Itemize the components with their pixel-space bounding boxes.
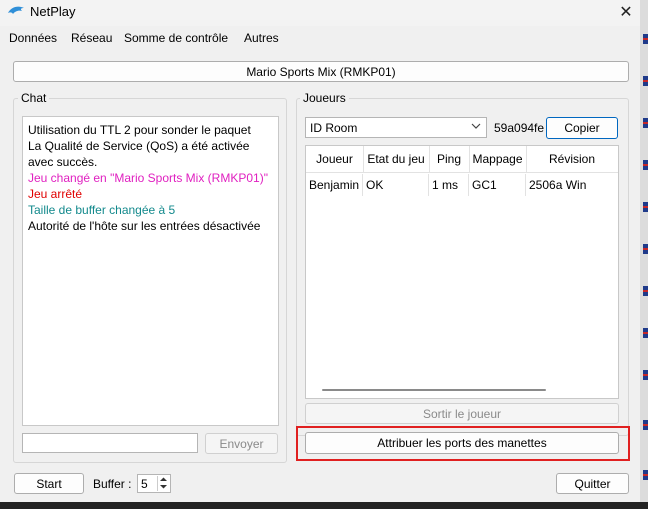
window-title: NetPlay [30, 4, 76, 19]
chat-message: Jeu arrêté [28, 187, 83, 201]
player-ping: 1 ms [429, 174, 469, 196]
column-header-mappage[interactable]: Mappage [469, 146, 527, 173]
buffer-spinbox[interactable]: 5 [137, 474, 171, 493]
dolphin-icon [7, 3, 27, 19]
chat-message: Utilisation du TTL 2 pour sonder le paqu… [28, 123, 251, 137]
chat-message: Taille de buffer changée à 5 [28, 203, 176, 217]
flag-icon [643, 420, 648, 430]
spin-arrows-icon[interactable] [157, 476, 169, 491]
flag-icon [643, 470, 648, 480]
player-mapping: GC1 [469, 174, 526, 196]
menu-item-reseau[interactable]: Réseau [71, 31, 112, 45]
flag-icon [643, 76, 648, 86]
flag-icon [643, 370, 648, 380]
close-button[interactable]: ✕ [612, 0, 640, 24]
column-header-etat[interactable]: Etat du jeu [363, 146, 430, 173]
copy-button[interactable]: Copier [546, 117, 618, 139]
horizontal-scrollbar[interactable] [307, 384, 619, 398]
game-select-button[interactable]: Mario Sports Mix (RMKP01) [13, 61, 629, 82]
buffer-label: Buffer : [93, 477, 132, 491]
flag-icon [643, 160, 648, 170]
flag-icon [643, 286, 648, 296]
flag-icon [643, 34, 648, 44]
players-table[interactable]: Joueur Etat du jeu Ping Mappage Révision… [305, 145, 619, 399]
buffer-value: 5 [141, 476, 148, 491]
column-header-revision[interactable]: Révision [526, 146, 618, 173]
room-type-value: ID Room [310, 120, 358, 135]
chat-message: La Qualité de Service (QoS) a été activé… [28, 139, 250, 169]
player-revision: 2506a Win [529, 178, 587, 192]
flag-icon [643, 328, 648, 338]
room-id: 59a094fe [494, 121, 545, 135]
menu-item-donnees[interactable]: Données [9, 31, 57, 45]
chat-group-title: Chat [18, 91, 50, 105]
desktop-background-bottom [0, 502, 648, 509]
flag-icon [643, 118, 648, 128]
chat-log[interactable]: Utilisation du TTL 2 pour sonder le paqu… [22, 116, 279, 426]
room-type-select[interactable]: ID Room [305, 117, 487, 138]
chat-message: Jeu changé en "Mario Sports Mix (RMKP01)… [28, 171, 268, 185]
column-header-joueur[interactable]: Joueur [306, 146, 364, 173]
scrollbar-thumb[interactable] [322, 389, 546, 391]
player-game-status: OK [363, 174, 429, 196]
menu-bar: Données Réseau Somme de contrôle Autres [0, 28, 640, 48]
start-button[interactable]: Start [14, 473, 84, 494]
flag-icon [643, 244, 648, 254]
send-button[interactable]: Envoyer [205, 433, 278, 454]
quit-button[interactable]: Quitter [556, 473, 629, 494]
chat-input[interactable] [22, 433, 198, 453]
assign-controller-ports-button[interactable]: Attribuer les ports des manettes [305, 432, 619, 454]
kick-player-button[interactable]: Sortir le joueur [305, 403, 619, 424]
players-group-title: Joueurs [300, 91, 349, 105]
title-bar[interactable]: NetPlay ✕ [0, 0, 640, 26]
menu-item-checksum[interactable]: Somme de contrôle [124, 31, 228, 45]
flag-icon [643, 202, 648, 212]
chat-message: Autorité de l'hôte sur les entrées désac… [28, 219, 261, 233]
chevron-down-icon [471, 121, 481, 134]
column-header-ping[interactable]: Ping [429, 146, 470, 173]
menu-item-autres[interactable]: Autres [244, 31, 279, 45]
player-name[interactable]: Benjamin [306, 174, 363, 196]
